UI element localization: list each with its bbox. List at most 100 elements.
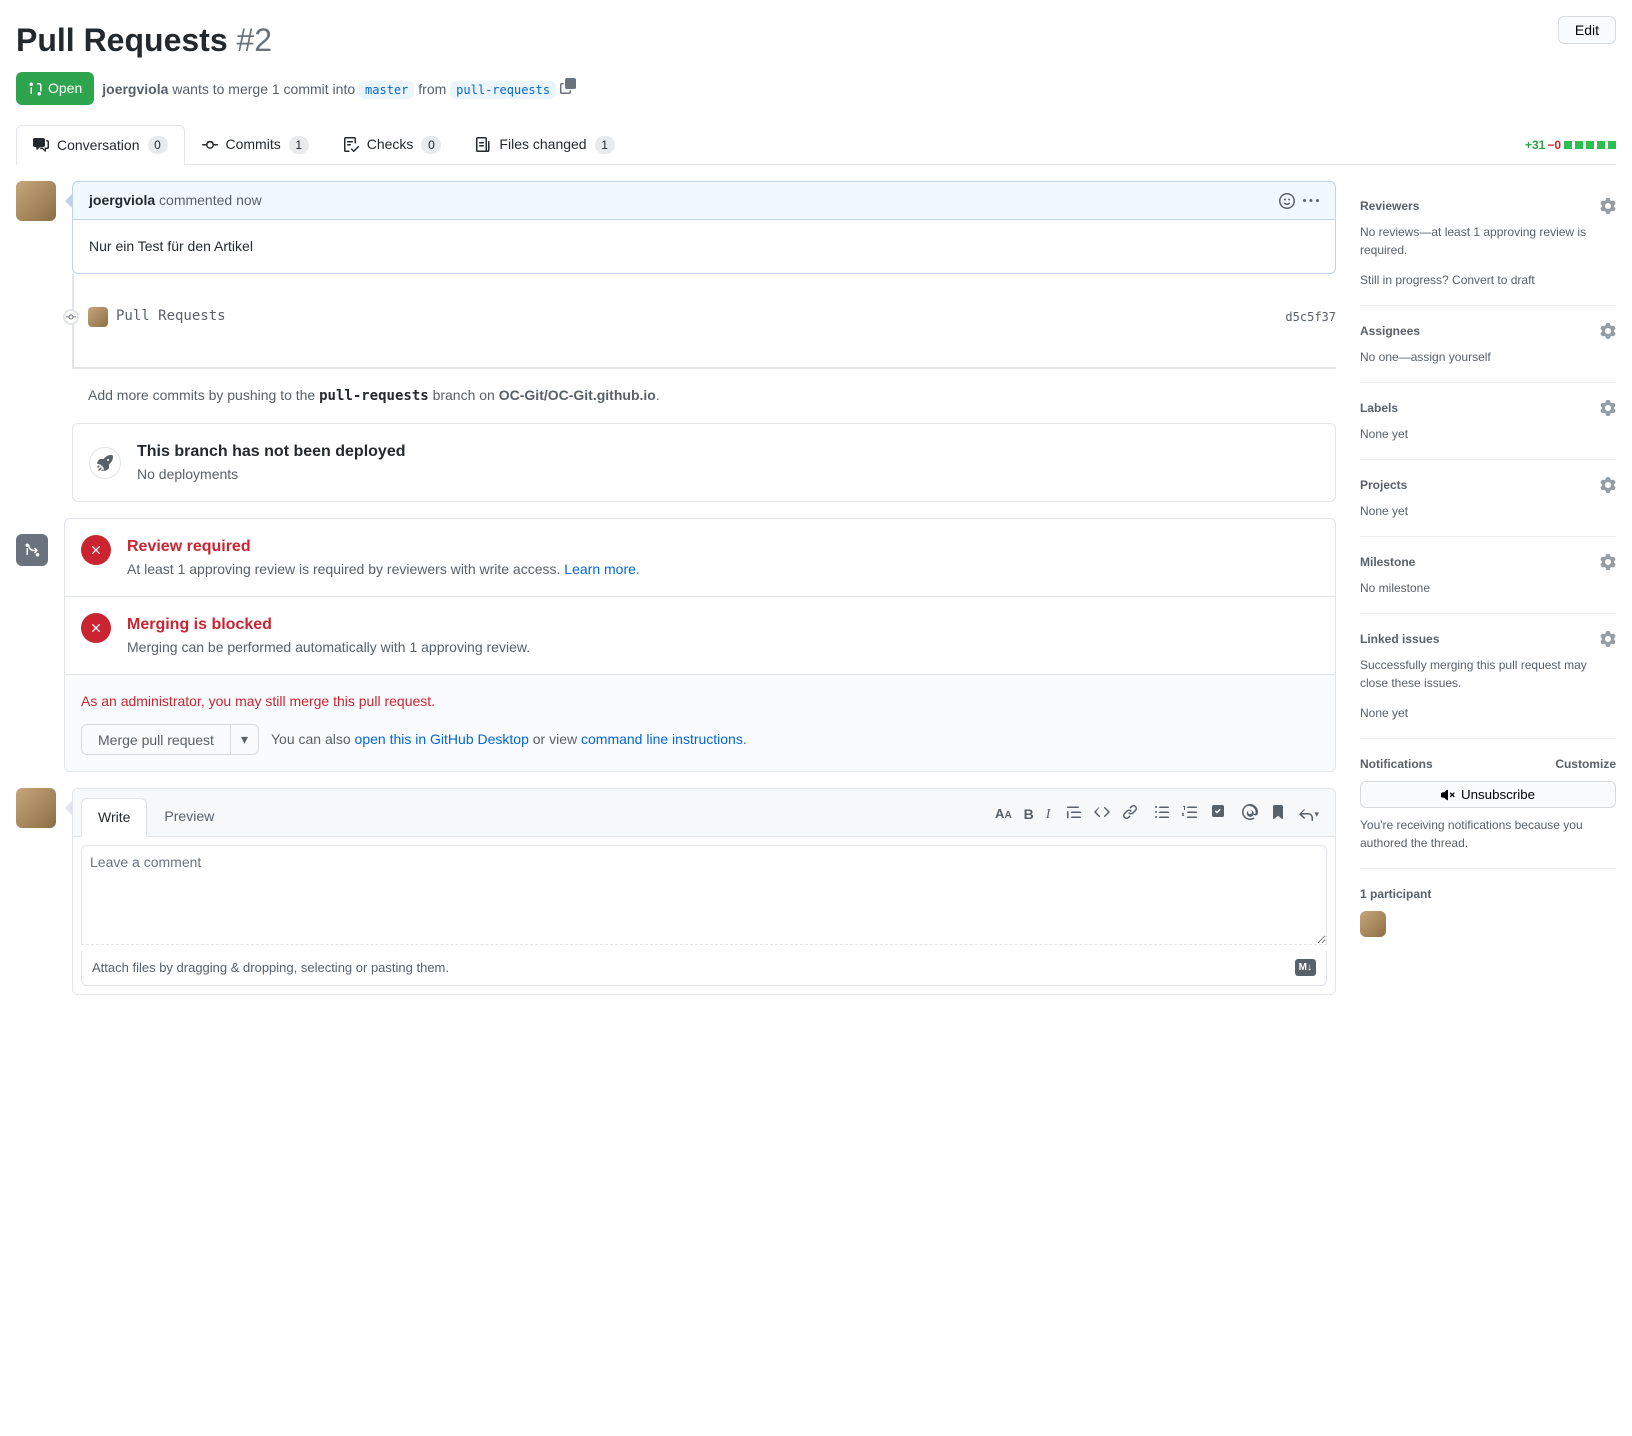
bold-icon[interactable]: B (1024, 804, 1034, 825)
git-merge-icon (16, 534, 48, 566)
comment-author-link[interactable]: joergviola (89, 192, 155, 208)
merging-blocked-text: Merging can be performed automatically w… (127, 637, 530, 658)
review-required-text: At least 1 approving review is required … (127, 559, 640, 580)
mention-icon[interactable] (1242, 804, 1258, 820)
assignees-text: No one—assign yourself (1360, 348, 1616, 366)
new-comment-form: Write Preview AA B I (72, 788, 1336, 995)
tab-files-changed[interactable]: Files changed 1 (458, 125, 631, 164)
link-icon[interactable] (1122, 804, 1138, 820)
git-commit-icon (66, 312, 76, 322)
learn-more-link[interactable]: Learn more (564, 561, 636, 577)
merging-blocked-title: Merging is blocked (127, 613, 530, 637)
convert-to-draft-link[interactable]: Convert to draft (1452, 273, 1535, 287)
attach-hint[interactable]: Attach files by dragging & dropping, sel… (81, 951, 1327, 986)
gear-icon[interactable] (1600, 323, 1616, 339)
git-pull-request-icon (28, 81, 44, 97)
pr-number: #2 (237, 22, 273, 58)
milestone-header[interactable]: Milestone (1360, 553, 1415, 571)
comment-textarea[interactable] (81, 845, 1327, 945)
tab-conversation[interactable]: Conversation 0 (16, 125, 185, 165)
copy-branch-icon[interactable] (560, 81, 576, 97)
pr-title: Pull Requests #2 (16, 16, 272, 64)
list-unordered-icon[interactable] (1154, 804, 1170, 820)
participants-header: 1 participant (1360, 885, 1431, 903)
review-required-title: Review required (127, 535, 640, 559)
milestone-text: No milestone (1360, 579, 1616, 597)
linked-issues-desc: Successfully merging this pull request m… (1360, 656, 1616, 692)
reviewers-header[interactable]: Reviewers (1360, 197, 1419, 215)
tasklist-icon[interactable] (1210, 804, 1226, 820)
author-link[interactable]: joergviola (102, 81, 168, 97)
gear-icon[interactable] (1600, 198, 1616, 214)
unsubscribe-button[interactable]: Unsubscribe (1360, 781, 1616, 808)
command-line-link[interactable]: command line instructions (581, 731, 743, 747)
comment-discussion-icon (33, 137, 49, 153)
labels-header[interactable]: Labels (1360, 399, 1398, 417)
avatar[interactable] (16, 788, 56, 828)
linked-issues-header[interactable]: Linked issues (1360, 630, 1439, 648)
merge-status-box: Review required At least 1 approving rev… (64, 518, 1336, 772)
code-icon[interactable] (1094, 804, 1110, 820)
preview-tab[interactable]: Preview (147, 797, 231, 836)
tab-commits[interactable]: Commits 1 (185, 125, 326, 164)
convert-to-draft: Still in progress? Convert to draft (1360, 271, 1616, 289)
list-ordered-icon[interactable] (1182, 804, 1198, 820)
deployment-status-box: This branch has not been deployed No dep… (72, 423, 1336, 502)
customize-link[interactable]: Customize (1555, 755, 1616, 773)
file-diff-icon (475, 137, 491, 153)
gear-icon[interactable] (1600, 477, 1616, 493)
avatar[interactable] (16, 181, 56, 221)
rocket-icon (97, 455, 113, 471)
edit-button[interactable]: Edit (1558, 16, 1616, 44)
gear-icon[interactable] (1600, 400, 1616, 416)
x-circle-icon (81, 613, 111, 643)
assignees-header[interactable]: Assignees (1360, 322, 1420, 340)
admin-merge-warning: As an administrator, you may still merge… (81, 691, 1319, 712)
opening-comment: joergviola commented now Nur ein Test fü… (72, 181, 1336, 274)
gear-icon[interactable] (1600, 631, 1616, 647)
base-branch-label[interactable]: master (359, 81, 414, 99)
projects-header[interactable]: Projects (1360, 476, 1407, 494)
pr-meta-line: joergviola wants to merge 1 commit into … (102, 78, 576, 100)
assign-yourself-link[interactable]: assign yourself (1411, 350, 1491, 364)
merge-options-dropdown[interactable]: ▾ (230, 724, 259, 755)
labels-text: None yet (1360, 425, 1616, 443)
compare-branch-label[interactable]: pull-requests (450, 81, 556, 99)
merge-pull-request-button[interactable]: Merge pull request (81, 724, 230, 755)
heading-icon[interactable]: AA (995, 804, 1012, 825)
git-commit-icon (202, 137, 218, 153)
kebab-icon[interactable] (1303, 193, 1319, 209)
projects-text: None yet (1360, 502, 1616, 520)
comment-body: Nur ein Test für den Artikel (73, 220, 1335, 273)
commit-message-link[interactable]: Pull Requests (116, 306, 1277, 327)
timeline-commit-item: Pull Requests d5c5f37 (88, 290, 1336, 343)
notifications-reason: You're receiving notifications because y… (1360, 816, 1616, 852)
mute-icon (1441, 788, 1455, 802)
commit-sha-link[interactable]: d5c5f37 (1285, 308, 1336, 326)
markdown-toolbar: AA B I (987, 800, 1327, 833)
reviewers-text: No reviews—at least 1 approving review i… (1360, 223, 1616, 259)
bookmark-icon[interactable] (1270, 804, 1286, 820)
italic-icon[interactable]: I (1046, 804, 1051, 825)
diffstat: +31 −0 (1525, 136, 1616, 154)
merge-hint: You can also open this in GitHub Desktop… (271, 729, 747, 750)
linked-issues-text: None yet (1360, 704, 1616, 722)
reply-icon[interactable]: ▾ (1298, 804, 1319, 825)
participant-avatar[interactable] (1360, 911, 1386, 937)
checklist-icon (343, 137, 359, 153)
gear-icon[interactable] (1600, 554, 1616, 570)
avatar[interactable] (88, 307, 108, 327)
open-in-desktop-link[interactable]: open this in GitHub Desktop (355, 731, 529, 747)
tab-checks[interactable]: Checks 0 (326, 125, 459, 164)
write-tab[interactable]: Write (81, 798, 147, 837)
state-badge-open: Open (16, 72, 94, 105)
quote-icon[interactable] (1066, 804, 1082, 820)
deploy-subtitle: No deployments (137, 464, 405, 485)
deploy-title: This branch has not been deployed (137, 440, 405, 464)
markdown-badge[interactable]: M↓ (1295, 959, 1316, 976)
smiley-icon[interactable] (1279, 193, 1295, 209)
notifications-header: Notifications (1360, 755, 1433, 773)
x-circle-icon (81, 535, 111, 565)
comment-timestamp: commented now (159, 192, 262, 208)
pr-tabnav: Conversation 0 Commits 1 Checks 0 Files … (16, 125, 1616, 165)
